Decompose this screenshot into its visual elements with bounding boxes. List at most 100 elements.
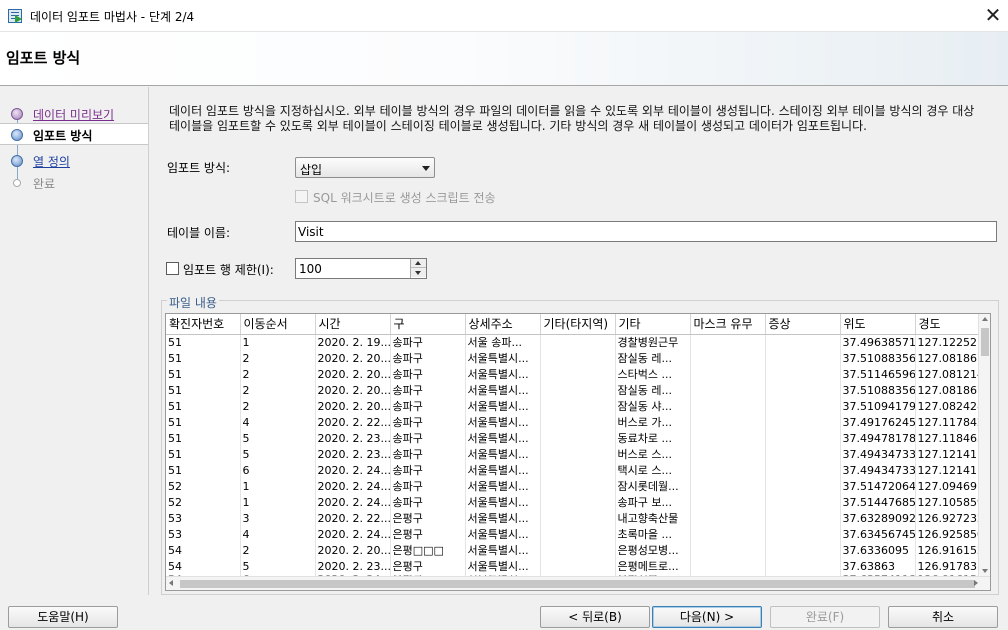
table-row[interactable]: 52 1 2020. 2. 24... 송파구 서울특별시... 잠시롯데월... 37.5…	[166, 478, 979, 495]
scroll-right-icon[interactable]	[974, 580, 978, 586]
table-cell	[540, 446, 616, 463]
table-cell	[690, 494, 766, 511]
step-pending-icon	[13, 179, 21, 187]
table-cell: 송파구	[390, 382, 466, 399]
vertical-scroll-thumb[interactable]	[981, 328, 989, 356]
table-cell: 은평구	[390, 510, 466, 527]
table-row[interactable]: 51 1 2020. 2. 19... 송파구 서울 송파... 경찰병원근무 37.496…	[166, 334, 979, 351]
table-cell	[765, 382, 841, 399]
table-cell: 송파구	[390, 462, 466, 479]
column-header[interactable]: 마스크 유무	[690, 314, 766, 335]
column-header[interactable]: 위도	[840, 314, 916, 335]
sql-script-checkbox[interactable]	[295, 190, 308, 203]
column-header[interactable]: 시간	[315, 314, 391, 335]
table-cell: 37.6336095	[840, 542, 916, 559]
column-header[interactable]: 이동순서	[240, 314, 316, 335]
row-limit-spinner[interactable]: 100	[295, 258, 427, 279]
step-label: 완료	[33, 177, 56, 191]
table-row[interactable]: 51 2 2020. 2. 20... 송파구 서울특별시... 잠실동 레... 37.5…	[166, 350, 979, 367]
column-header[interactable]: 기타(타지역)	[540, 314, 616, 335]
title-bar: 데이터 임포트 마법사 - 단계 2/4 ✕	[0, 0, 1008, 32]
step-label: 데이터 미리보기	[33, 108, 115, 122]
table-cell: 2020. 2. 22...	[315, 510, 391, 527]
spinner-up-button[interactable]	[411, 259, 426, 268]
column-header[interactable]: 상세주소	[465, 314, 541, 335]
data-table: 확진자번호 이동순서 시간 구 상세주소 기타(타지역) 기타 마스크 유무 증상 위도 경도 51…	[166, 314, 979, 585]
scroll-down-icon[interactable]	[982, 569, 988, 573]
table-cell: 37.51088356	[840, 350, 916, 367]
table-row[interactable]: 51 6 2020. 2. 24... 송파구 서울특별시... 택시로 스... 37.4…	[166, 462, 979, 479]
table-cell: 127.1214114	[915, 446, 979, 463]
table-cell: 버스로 스...	[615, 446, 691, 463]
table-cell: 서울특별시...	[465, 510, 541, 527]
next-button[interactable]: 다음(N) >	[652, 606, 762, 628]
table-cell: 2	[240, 366, 316, 383]
table-row[interactable]: 51 2 2020. 2. 20... 송파구 서울특별시... 잠실동 레... 37.5…	[166, 382, 979, 399]
table-cell: 37.63456745	[840, 526, 916, 543]
spinner-down-button[interactable]	[411, 268, 426, 277]
column-header[interactable]: 기타	[615, 314, 691, 335]
step-column-definition[interactable]: 열 정의	[0, 150, 148, 172]
table-cell: 송파구	[390, 350, 466, 367]
table-cell: 2020. 2. 20...	[315, 398, 391, 415]
column-header[interactable]: 확진자번호	[166, 314, 241, 335]
cancel-button[interactable]: 취소	[888, 606, 998, 628]
table-cell: 2020. 2. 23...	[315, 558, 391, 575]
table-cell	[765, 510, 841, 527]
table-cell: 송파구	[390, 398, 466, 415]
table-row[interactable]: 51 4 2020. 2. 22... 송파구 서울특별시... 버스로 가... 37.4…	[166, 414, 979, 431]
table-cell: 127.1058597	[915, 494, 979, 511]
table-name-input[interactable]: Visit	[295, 221, 997, 242]
help-button[interactable]: 도움말(H)	[8, 606, 118, 628]
table-cell: 초록마을 ...	[615, 526, 691, 543]
horizontal-scroll-thumb[interactable]	[180, 580, 975, 588]
scroll-up-icon[interactable]	[982, 317, 988, 321]
table-row[interactable]: 53 4 2020. 2. 24... 은평구 서울특별시... 초록마을 ... 37.6…	[166, 526, 979, 543]
table-cell: 잠실동 샤...	[615, 398, 691, 415]
back-button[interactable]: < 뒤로(B)	[540, 606, 650, 628]
horizontal-scrollbar[interactable]	[166, 576, 990, 590]
table-cell	[765, 430, 841, 447]
step-data-preview[interactable]: 데이터 미리보기	[0, 103, 148, 125]
table-cell: 잠실동 레...	[615, 382, 691, 399]
page-title: 임포트 방식	[6, 49, 81, 67]
scroll-left-icon[interactable]	[169, 580, 173, 586]
table-row[interactable]: 51 5 2020. 2. 23... 송파구 서울특별시... 버스로 스... 37.4…	[166, 446, 979, 463]
table-row[interactable]: 54 5 2020. 2. 23... 은평구 서울특별시... 은평메트로... 37.6…	[166, 558, 979, 575]
table-cell: 2020. 2. 20...	[315, 542, 391, 559]
table-cell: 37.51088356	[840, 382, 916, 399]
table-row[interactable]: 53 3 2020. 2. 22... 은평구 서울특별시... 내고향축산물 37.632…	[166, 510, 979, 527]
table-row[interactable]: 51 5 2020. 2. 23... 송파구 서울특별시... 동료차로 ... 37.4…	[166, 430, 979, 447]
table-cell: 서울특별시...	[465, 366, 541, 383]
close-icon: ✕	[984, 3, 1002, 27]
table-cell	[690, 462, 766, 479]
table-name-value: Visit	[298, 225, 324, 239]
table-cell: 1	[240, 494, 316, 511]
table-row[interactable]: 51 2 2020. 2. 20... 송파구 서울특별시... 잠실동 샤... 37.5…	[166, 398, 979, 415]
column-header[interactable]: 경도	[915, 314, 979, 335]
table-row[interactable]: 52 1 2020. 2. 24... 송파구 서울특별시... 송파구 보... 37.5…	[166, 494, 979, 511]
step-import-method[interactable]: 임포트 방식	[0, 123, 148, 145]
column-header[interactable]: 구	[390, 314, 466, 335]
import-method-select[interactable]: 삽입	[295, 157, 435, 178]
close-button[interactable]: ✕	[978, 0, 1008, 32]
table-cell: 서울특별시...	[465, 414, 541, 431]
table-cell: 37.51146596	[840, 366, 916, 383]
table-row[interactable]: 51 2 2020. 2. 20... 송파구 서울특별시... 스타벅스 ... 37.5…	[166, 366, 979, 383]
table-row[interactable]: 54 2 2020. 2. 20... 은평□□□ 서울특별시... 은평성모병... 37…	[166, 542, 979, 559]
sql-script-label: SQL 워크시트로 생성 스크립트 전송	[313, 191, 496, 205]
column-header[interactable]: 증상	[765, 314, 841, 335]
app-icon	[8, 9, 22, 23]
table-cell: 1	[240, 334, 316, 351]
table-cell	[540, 478, 616, 495]
table-cell: 51	[166, 446, 241, 463]
table-cell: 5	[240, 430, 316, 447]
table-cell: 내고향축산물	[615, 510, 691, 527]
file-contents-grid[interactable]: 확진자번호 이동순서 시간 구 상세주소 기타(타지역) 기타 마스크 유무 증상 위도 경도 51…	[165, 313, 991, 591]
step-icon	[11, 155, 23, 167]
table-cell	[540, 366, 616, 383]
row-limit-checkbox[interactable]	[166, 262, 179, 275]
table-cell	[690, 382, 766, 399]
table-cell: 37.51094179	[840, 398, 916, 415]
vertical-scrollbar[interactable]	[978, 314, 990, 576]
